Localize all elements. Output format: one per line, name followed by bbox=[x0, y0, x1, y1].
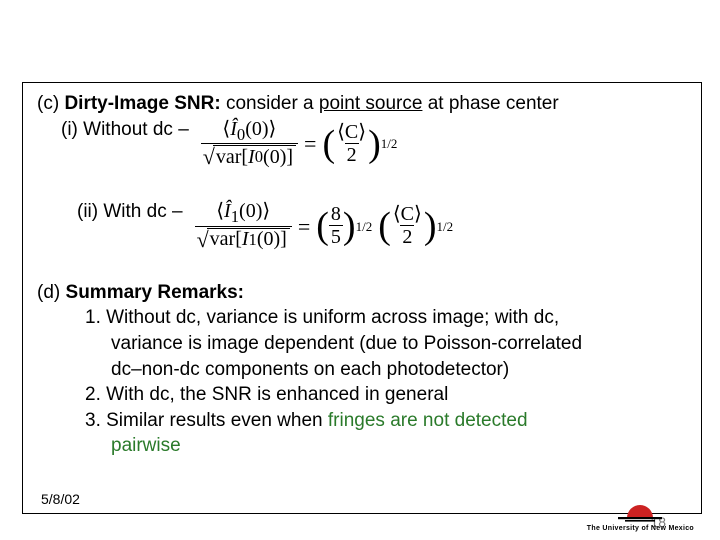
remark-1-line2: variance is image dependent (due to Pois… bbox=[37, 331, 691, 357]
subitem-i-label: (i) Without dc – bbox=[61, 117, 189, 143]
remark-3-lead: 3. Similar results even when bbox=[85, 410, 328, 431]
eq1-numsub: 0 bbox=[237, 125, 245, 144]
section-d-heading: Summary Remarks: bbox=[66, 282, 244, 303]
remark-3-green: fringes are not detected bbox=[328, 410, 528, 431]
equation-1: ⟨Î0(0)⟩ √ var[I0(0)] = ( ⟨C⟩ 2 bbox=[201, 117, 398, 170]
eq2-densub: 1 bbox=[249, 231, 257, 249]
eq2-a-den: 5 bbox=[329, 225, 343, 248]
eq1-denI: I bbox=[248, 147, 255, 168]
section-c-label: (c) bbox=[37, 93, 59, 114]
slide: (c) Dirty-Image SNR: consider a point so… bbox=[0, 0, 720, 540]
section-c-line: (c) Dirty-Image SNR: consider a point so… bbox=[37, 91, 691, 117]
section-c-underlined: point source bbox=[319, 93, 423, 114]
footer-date: 5/8/02 bbox=[41, 491, 80, 507]
eq1-numarg: (0)⟩ bbox=[245, 118, 276, 140]
eq1-rhs-num: ⟨C⟩ bbox=[335, 122, 368, 143]
remark-3-line1: 3. Similar results even when fringes are… bbox=[37, 408, 691, 434]
subitem-ii-row: (ii) With dc – ⟨Î1(0)⟩ √ var[I1(0)] = bbox=[53, 199, 691, 252]
eq2-a-exp: 1/2 bbox=[356, 218, 373, 236]
section-c-tail2: at phase center bbox=[422, 93, 558, 114]
equation-2: ⟨Î1(0)⟩ √ var[I1(0)] = ( 8 5 bbox=[195, 199, 454, 252]
remark-2: 2. With dc, the SNR is enhanced in gener… bbox=[37, 382, 691, 408]
remark-3-line2: pairwise bbox=[37, 433, 691, 459]
section-c-tail1: consider a bbox=[221, 93, 319, 114]
eq2-denarg: (0)] bbox=[257, 229, 287, 250]
unm-logo-icon bbox=[617, 498, 663, 524]
subitem-i-row: (i) Without dc – ⟨Î0(0)⟩ √ var[I0(0)] = bbox=[37, 117, 691, 170]
section-d-label: (d) bbox=[37, 282, 60, 303]
remark-1-line3: dc–non-dc components on each photodetect… bbox=[37, 357, 691, 383]
eq1-densub: 0 bbox=[255, 148, 263, 166]
section-d-line: (d) Summary Remarks: bbox=[37, 280, 691, 306]
eq2-a-num: 8 bbox=[329, 204, 343, 225]
section-c-heading: Dirty-Image SNR: bbox=[64, 93, 220, 114]
eq1-denarg: (0)] bbox=[263, 147, 293, 168]
eq1-rhs-den: 2 bbox=[345, 143, 359, 166]
remark-1-line1: 1. Without dc, variance is uniform acros… bbox=[37, 305, 691, 331]
eq2-b-exp: 1/2 bbox=[436, 218, 453, 236]
eq1-equals: = bbox=[304, 129, 316, 159]
eq2-bra: ⟨ bbox=[216, 200, 224, 222]
eq2-var: var[ bbox=[210, 229, 242, 250]
eq2-Ihat: Î bbox=[224, 200, 231, 222]
unm-logo: The University of New Mexico bbox=[587, 498, 694, 532]
unm-logo-text: The University of New Mexico bbox=[587, 525, 694, 532]
eq2-numsub: 1 bbox=[231, 207, 239, 226]
content-frame: (c) Dirty-Image SNR: consider a point so… bbox=[22, 82, 702, 514]
eq1-rhs-exp: 1/2 bbox=[381, 135, 398, 153]
remark-3-green2: pairwise bbox=[111, 435, 181, 456]
eq1-var: var[ bbox=[216, 147, 248, 168]
eq2-equals: = bbox=[298, 212, 310, 242]
subitem-ii-label: (ii) With dc – bbox=[77, 199, 183, 225]
eq2-denI: I bbox=[242, 229, 249, 250]
eq2-b-den: 2 bbox=[400, 225, 414, 248]
eq2-b-num: ⟨C⟩ bbox=[391, 204, 424, 225]
eq1-Ihat: Î bbox=[230, 118, 237, 140]
eq2-numarg: (0)⟩ bbox=[239, 200, 270, 222]
